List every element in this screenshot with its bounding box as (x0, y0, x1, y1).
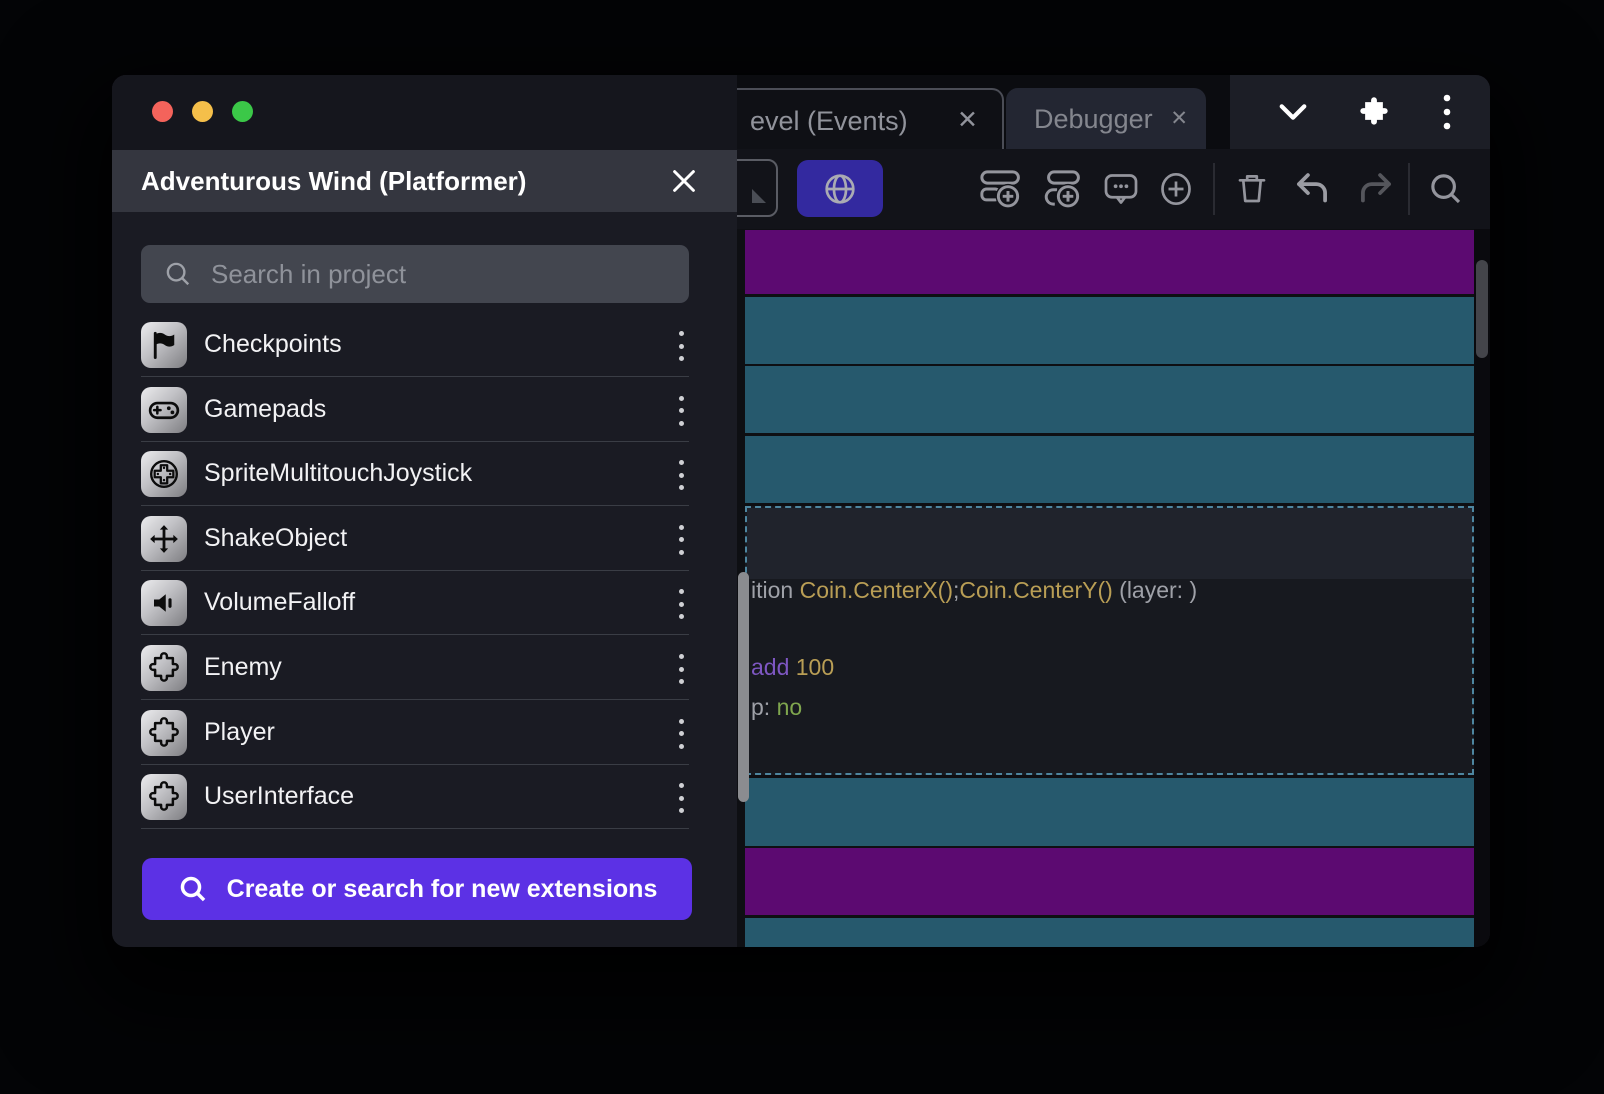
window-titlebar[interactable] (112, 75, 737, 150)
kebab-menu-icon[interactable] (1442, 93, 1452, 131)
close-icon[interactable] (669, 166, 699, 201)
close-window-button[interactable] (152, 101, 173, 122)
event-row[interactable] (745, 848, 1474, 915)
trash-icon[interactable] (1234, 170, 1270, 208)
app-window: evel (Events) ✕ Debugger ✕ (112, 75, 1490, 947)
code-value: 100 (796, 654, 834, 680)
event-row[interactable] (745, 230, 1474, 294)
event-row[interactable] (745, 918, 1474, 947)
kebab-menu-icon[interactable] (676, 650, 686, 688)
list-item-gamepads[interactable]: Gamepads (141, 378, 689, 442)
code-expression: Coin.CenterY() (959, 577, 1112, 603)
kebab-menu-icon[interactable] (676, 456, 686, 494)
kebab-menu-icon[interactable] (676, 392, 686, 430)
list-item-userinterface[interactable]: UserInterface (141, 765, 689, 829)
item-label: UserInterface (204, 782, 354, 811)
code-text: ition (751, 577, 800, 603)
chevron-down-icon[interactable] (1278, 101, 1308, 123)
triangle-glyph (752, 189, 766, 203)
panel-scrollbar-thumb[interactable] (738, 572, 749, 802)
list-item-spritemultitouchjoystick[interactable]: SpriteMultitouchJoystick (141, 442, 689, 506)
search-icon[interactable] (1427, 170, 1465, 208)
create-extension-button[interactable]: Create or search for new extensions (142, 858, 692, 920)
code-value: no (777, 694, 803, 720)
speaker-icon (141, 580, 187, 626)
add-subevent-icon[interactable] (1040, 169, 1082, 209)
list-item-checkpoints[interactable]: Checkpoints (141, 313, 689, 377)
code-keyword: add (751, 654, 796, 680)
zoom-window-button[interactable] (232, 101, 253, 122)
events-scrollbar-track[interactable] (1474, 229, 1490, 947)
item-label: Gamepads (204, 395, 326, 424)
toolbar-divider (1213, 163, 1215, 215)
puzzle-icon (141, 774, 187, 820)
desktop-background: evel (Events) ✕ Debugger ✕ (0, 0, 1604, 1094)
project-title: Adventurous Wind (Platformer) (141, 166, 526, 197)
project-search[interactable] (141, 245, 689, 303)
titlebar-actions (1230, 75, 1490, 149)
event-action-line[interactable]: ition Coin.CenterX();Coin.CenterY() (lay… (751, 575, 1197, 605)
list-item-enemy[interactable]: Enemy (141, 636, 689, 700)
puzzle-icon (141, 710, 187, 756)
event-row[interactable] (745, 436, 1474, 503)
redo-icon[interactable] (1356, 171, 1396, 207)
code-text: p: (751, 694, 777, 720)
search-input[interactable] (211, 259, 689, 290)
minimize-window-button[interactable] (192, 101, 213, 122)
undo-icon[interactable] (1292, 171, 1332, 207)
close-icon[interactable]: ✕ (957, 105, 978, 135)
events-scrollbar-thumb[interactable] (1476, 260, 1488, 358)
puzzle-icon (141, 645, 187, 691)
event-condition-area[interactable] (747, 508, 1472, 579)
event-action-line[interactable]: p: no (751, 692, 802, 722)
kebab-menu-icon[interactable] (676, 715, 686, 753)
item-label: ShakeObject (204, 524, 347, 553)
event-action-line[interactable]: add 100 (751, 652, 834, 682)
list-item-volumefalloff[interactable]: VolumeFalloff (141, 571, 689, 635)
search-icon (163, 259, 193, 289)
toolbar-divider (1408, 163, 1410, 215)
kebab-menu-icon[interactable] (676, 521, 686, 559)
events-sheet: ition Coin.CenterX();Coin.CenterY() (lay… (737, 229, 1490, 947)
item-label: Enemy (204, 653, 282, 682)
selected-event-block[interactable]: ition Coin.CenterX();Coin.CenterY() (lay… (745, 506, 1474, 775)
puzzle-icon[interactable] (1358, 96, 1390, 128)
add-event-icon[interactable] (980, 169, 1022, 209)
globe-button[interactable] (797, 160, 883, 217)
item-label: Player (204, 718, 275, 747)
list-item-player[interactable]: Player (141, 701, 689, 765)
event-row[interactable] (745, 778, 1474, 846)
comment-icon[interactable] (1103, 171, 1139, 207)
globe-icon (821, 170, 859, 208)
gamepad-icon (141, 387, 187, 433)
item-label: VolumeFalloff (204, 588, 355, 617)
flag-icon (141, 322, 187, 368)
panel-header: Adventurous Wind (Platformer) (112, 150, 737, 212)
item-label: SpriteMultitouchJoystick (204, 459, 472, 488)
kebab-menu-icon[interactable] (676, 327, 686, 365)
circle-plus-icon[interactable] (1158, 170, 1194, 208)
dpad-icon (141, 451, 187, 497)
event-row[interactable] (745, 297, 1474, 364)
search-icon (177, 873, 209, 905)
project-manager-panel: Adventurous Wind (Platformer) Checkpoint… (112, 75, 737, 947)
tab-label: Debugger (1034, 104, 1153, 135)
move-arrows-icon (141, 516, 187, 562)
code-text: (layer: ) (1113, 577, 1197, 603)
item-label: Checkpoints (204, 330, 342, 359)
create-extension-label: Create or search for new extensions (227, 875, 658, 904)
list-item-shakeobject[interactable]: ShakeObject (141, 507, 689, 571)
tab-label: evel (Events) (750, 106, 908, 137)
tab-debugger[interactable]: Debugger ✕ (1006, 88, 1206, 150)
close-icon[interactable]: ✕ (1170, 106, 1188, 131)
kebab-menu-icon[interactable] (676, 585, 686, 623)
kebab-menu-icon[interactable] (676, 779, 686, 817)
code-expression: Coin.CenterX() (800, 577, 953, 603)
event-row[interactable] (745, 366, 1474, 433)
